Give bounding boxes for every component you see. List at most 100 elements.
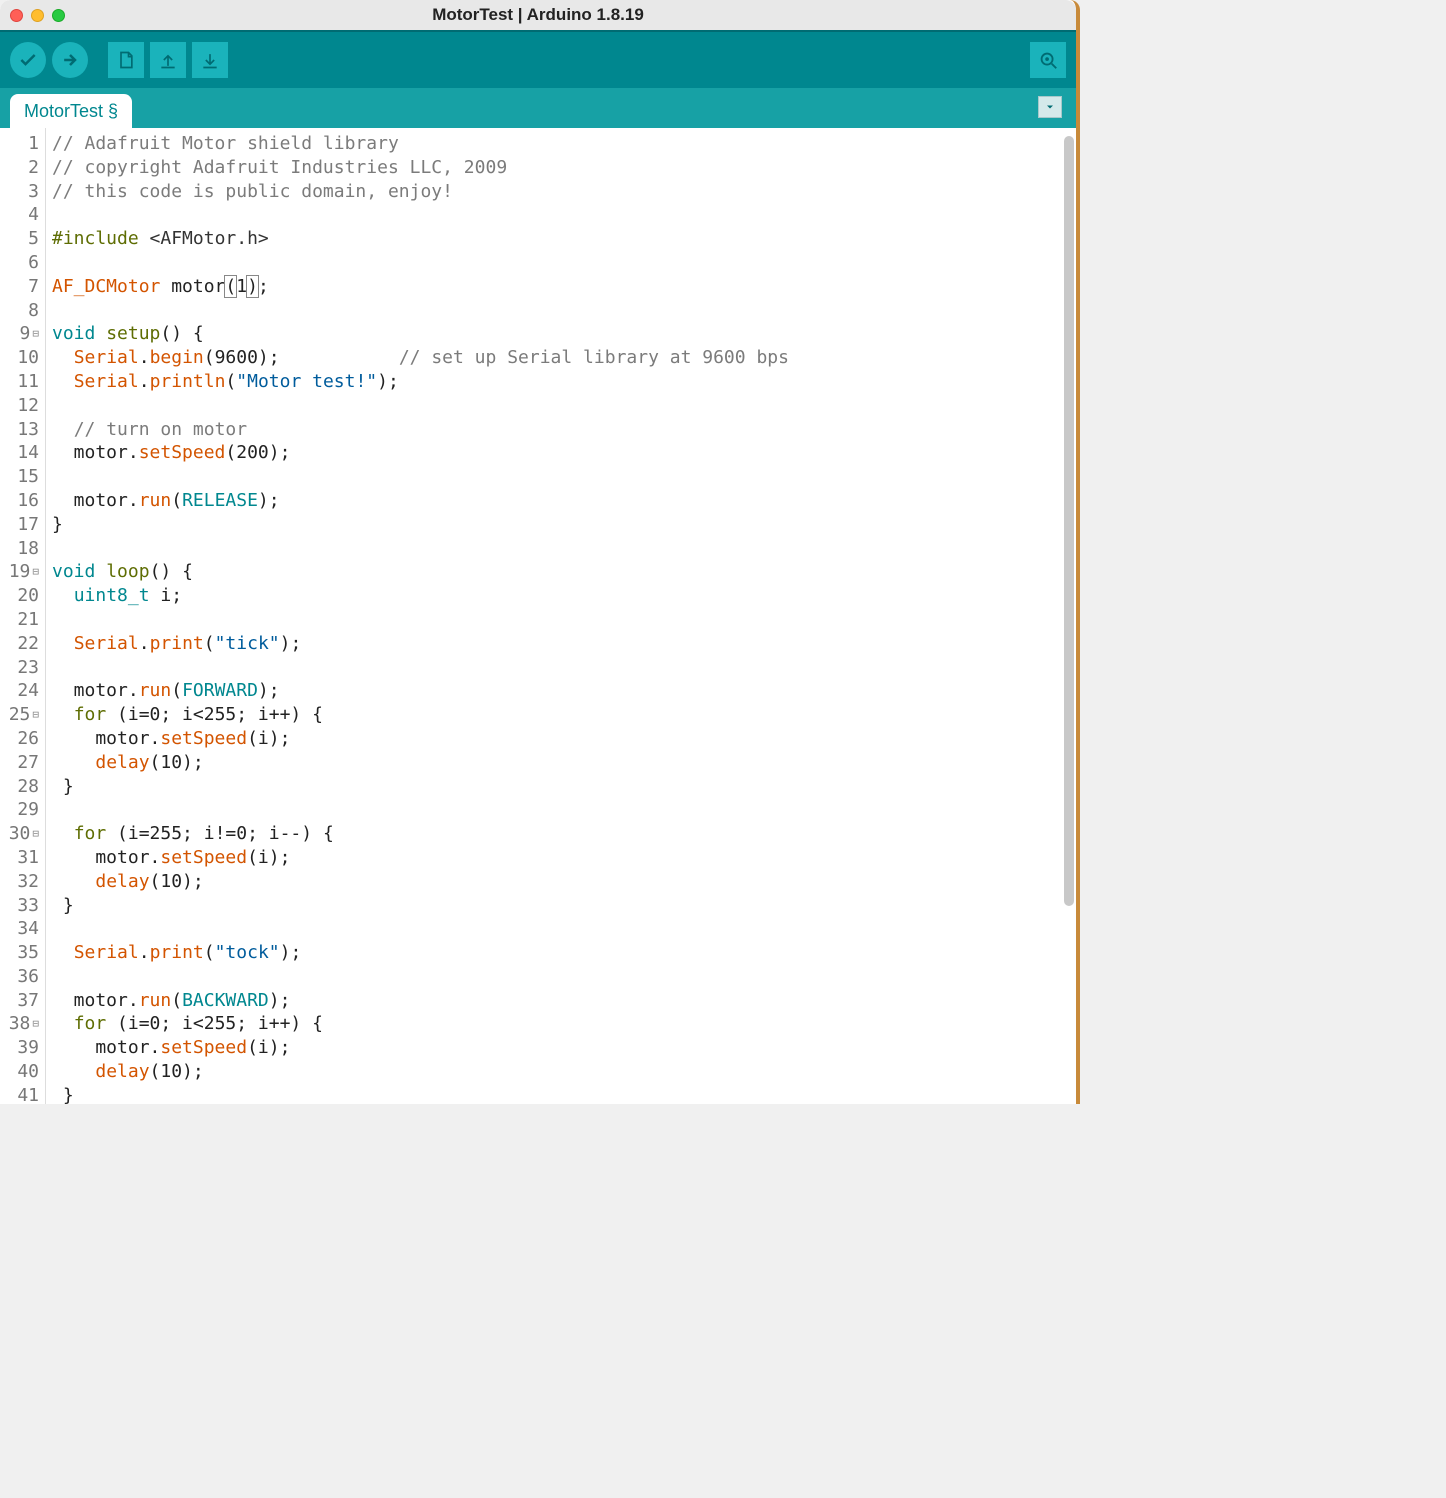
code-line[interactable] xyxy=(52,798,1076,822)
line-number: 38⊟ xyxy=(0,1012,39,1036)
code-line[interactable]: // turn on motor xyxy=(52,418,1076,442)
code-line[interactable] xyxy=(52,656,1076,680)
line-number: 31 xyxy=(0,846,39,870)
code-line[interactable]: } xyxy=(52,1084,1076,1104)
code-line[interactable] xyxy=(52,917,1076,941)
tab-menu-dropdown[interactable] xyxy=(1038,96,1062,118)
code-line[interactable]: // this code is public domain, enjoy! xyxy=(52,180,1076,204)
vertical-scrollbar[interactable] xyxy=(1064,136,1074,906)
code-line[interactable] xyxy=(52,203,1076,227)
line-number: 4 xyxy=(0,203,39,227)
open-sketch-button[interactable] xyxy=(150,42,186,78)
line-number: 10 xyxy=(0,346,39,370)
code-line[interactable]: motor.run(RELEASE); xyxy=(52,489,1076,513)
code-line[interactable]: Serial.begin(9600); // set up Serial lib… xyxy=(52,346,1076,370)
code-line[interactable]: // copyright Adafruit Industries LLC, 20… xyxy=(52,156,1076,180)
code-line[interactable]: delay(10); xyxy=(52,870,1076,894)
editor-area: 123456789⊟10111213141516171819⊟202122232… xyxy=(0,128,1076,1104)
line-number: 34 xyxy=(0,917,39,941)
code-line[interactable]: motor.run(FORWARD); xyxy=(52,679,1076,703)
line-number: 14 xyxy=(0,441,39,465)
code-line[interactable]: delay(10); xyxy=(52,1060,1076,1084)
code-line[interactable] xyxy=(52,394,1076,418)
code-line[interactable] xyxy=(52,537,1076,561)
line-number: 7 xyxy=(0,275,39,299)
line-number: 8 xyxy=(0,299,39,323)
code-line[interactable]: motor.run(BACKWARD); xyxy=(52,989,1076,1013)
line-number: 39 xyxy=(0,1036,39,1060)
traffic-lights xyxy=(10,9,65,22)
line-number: 15 xyxy=(0,465,39,489)
code-line[interactable] xyxy=(52,608,1076,632)
code-line[interactable]: delay(10); xyxy=(52,751,1076,775)
verify-button[interactable] xyxy=(10,42,46,78)
line-number: 37 xyxy=(0,989,39,1013)
code-line[interactable]: for (i=0; i<255; i++) { xyxy=(52,1012,1076,1036)
titlebar: MotorTest | Arduino 1.8.19 xyxy=(0,0,1076,30)
chevron-down-icon xyxy=(1044,101,1056,113)
line-number: 35 xyxy=(0,941,39,965)
upload-button[interactable] xyxy=(52,42,88,78)
code-line[interactable]: motor.setSpeed(i); xyxy=(52,846,1076,870)
line-number: 41 xyxy=(0,1084,39,1104)
tab-motortest[interactable]: MotorTest § xyxy=(10,94,132,128)
code-line[interactable]: for (i=255; i!=0; i--) { xyxy=(52,822,1076,846)
line-number: 40 xyxy=(0,1060,39,1084)
code-line[interactable]: #include <AFMotor.h> xyxy=(52,227,1076,251)
maximize-button[interactable] xyxy=(52,9,65,22)
save-sketch-button[interactable] xyxy=(192,42,228,78)
code-line[interactable]: Serial.print("tock"); xyxy=(52,941,1076,965)
minimize-button[interactable] xyxy=(31,9,44,22)
code-line[interactable]: AF_DCMotor motor(1); xyxy=(52,275,1076,299)
code-line[interactable] xyxy=(52,465,1076,489)
code-line[interactable]: uint8_t i; xyxy=(52,584,1076,608)
line-number: 3 xyxy=(0,180,39,204)
arrow-right-icon xyxy=(60,50,80,70)
code-line[interactable]: motor.setSpeed(200); xyxy=(52,441,1076,465)
line-number: 6 xyxy=(0,251,39,275)
line-number: 19⊟ xyxy=(0,560,39,584)
arrow-up-icon xyxy=(158,49,178,71)
line-number: 12 xyxy=(0,394,39,418)
code-line[interactable] xyxy=(52,299,1076,323)
line-number: 17 xyxy=(0,513,39,537)
code-line[interactable] xyxy=(52,251,1076,275)
code-line[interactable]: } xyxy=(52,513,1076,537)
code-line[interactable]: Serial.println("Motor test!"); xyxy=(52,370,1076,394)
close-button[interactable] xyxy=(10,9,23,22)
line-number: 13 xyxy=(0,418,39,442)
code-line[interactable] xyxy=(52,965,1076,989)
code-line[interactable]: motor.setSpeed(i); xyxy=(52,727,1076,751)
code-line[interactable]: // Adafruit Motor shield library xyxy=(52,132,1076,156)
code-line[interactable]: Serial.print("tick"); xyxy=(52,632,1076,656)
line-number: 22 xyxy=(0,632,39,656)
line-number: 28 xyxy=(0,775,39,799)
line-number: 20 xyxy=(0,584,39,608)
code-line[interactable]: } xyxy=(52,894,1076,918)
line-number: 9⊟ xyxy=(0,322,39,346)
line-number: 27 xyxy=(0,751,39,775)
line-number: 18 xyxy=(0,537,39,561)
tab-bar: MotorTest § xyxy=(0,88,1076,128)
window-title: MotorTest | Arduino 1.8.19 xyxy=(10,5,1066,25)
arduino-ide-window: MotorTest | Arduino 1.8.19 MotorTest § 1… xyxy=(0,0,1080,1104)
line-number: 33 xyxy=(0,894,39,918)
line-number: 11 xyxy=(0,370,39,394)
line-number: 23 xyxy=(0,656,39,680)
serial-monitor-icon xyxy=(1037,49,1059,71)
code-line[interactable]: motor.setSpeed(i); xyxy=(52,1036,1076,1060)
code-editor[interactable]: // Adafruit Motor shield library// copyr… xyxy=(46,128,1076,1104)
code-line[interactable]: void setup() { xyxy=(52,322,1076,346)
line-number: 29 xyxy=(0,798,39,822)
line-number: 5 xyxy=(0,227,39,251)
line-number: 16 xyxy=(0,489,39,513)
line-number: 2 xyxy=(0,156,39,180)
line-number: 21 xyxy=(0,608,39,632)
code-line[interactable]: for (i=0; i<255; i++) { xyxy=(52,703,1076,727)
code-line[interactable]: void loop() { xyxy=(52,560,1076,584)
line-number: 36 xyxy=(0,965,39,989)
serial-monitor-button[interactable] xyxy=(1030,42,1066,78)
code-line[interactable]: } xyxy=(52,775,1076,799)
line-number: 24 xyxy=(0,679,39,703)
new-sketch-button[interactable] xyxy=(108,42,144,78)
